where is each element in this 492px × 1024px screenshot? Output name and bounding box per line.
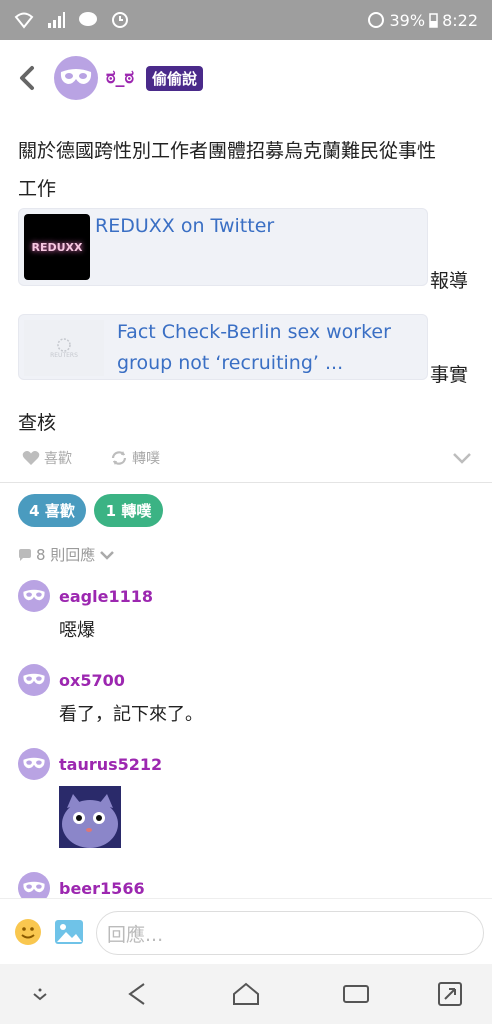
reply-input[interactable]: 回應...: [96, 911, 484, 955]
nav-back-icon[interactable]: [124, 980, 152, 1008]
like-label: 喜歡: [44, 451, 72, 467]
commenter-name[interactable]: beer1566: [59, 879, 145, 898]
system-nav-bar: [0, 964, 492, 1024]
reuters-logo-icon: [57, 337, 71, 352]
reuters-thumb-label: REUTERS: [50, 351, 78, 359]
reply-count[interactable]: 8 則回應: [18, 544, 115, 565]
post-text-after: 查核: [18, 412, 57, 434]
divider: [0, 482, 492, 483]
reuters-thumbnail: REUTERS: [24, 320, 104, 376]
link-card-title-line1[interactable]: Fact Check-Berlin sex worker: [117, 317, 391, 348]
battery-icon: [429, 13, 438, 28]
emoji-icon[interactable]: [14, 918, 42, 946]
sticker-image: [59, 786, 121, 848]
reply-count-label: 8 則回應: [36, 546, 96, 564]
post-actions: 喜歡 轉噗: [22, 448, 472, 468]
clock-icon: [112, 12, 128, 28]
signal-icon: [48, 12, 65, 28]
repost-button[interactable]: 轉噗: [110, 448, 160, 468]
line-app-icon: [79, 12, 97, 26]
post-text-line2: 工作: [18, 178, 57, 200]
screen-rotate-icon[interactable]: [436, 980, 464, 1008]
mask-icon: [23, 757, 45, 769]
post-text-line1: 關於德國跨性別工作者團體招募烏克蘭難民從事性: [18, 140, 437, 162]
back-arrow-icon[interactable]: [14, 62, 42, 94]
sync-icon: [367, 12, 384, 28]
post-text-suffix1: 報導: [430, 270, 469, 292]
repost-icon: [111, 451, 127, 465]
reposts-count-pill[interactable]: 1 轉噗: [94, 494, 163, 527]
chevron-down-icon: [100, 550, 115, 560]
commenter-name[interactable]: taurus5212: [59, 755, 162, 774]
post-header: ಠ_ಠ 偷偷說: [0, 40, 492, 116]
hide-keyboard-icon[interactable]: [26, 980, 54, 1008]
link-card-reuters[interactable]: REUTERS Fact Check-Berlin sex worker gro…: [18, 314, 428, 380]
comment-text: 噁爆: [59, 620, 95, 641]
nav-recents-icon[interactable]: [342, 980, 370, 1008]
link-card-reduxx[interactable]: REDUXX REDUXX on Twitter: [18, 208, 428, 286]
status-bar: 39% 8:22: [0, 0, 492, 40]
post-text-suffix2: 事實: [430, 364, 469, 386]
image-upload-icon[interactable]: [54, 918, 84, 946]
heart-icon: [22, 451, 40, 465]
mask-icon: [23, 589, 45, 601]
mask-icon: [23, 673, 45, 685]
status-time: 8:22: [442, 10, 478, 30]
cat-sticker-icon: [59, 786, 121, 848]
chevron-down-icon[interactable]: [452, 452, 472, 464]
battery-percent: 39%: [389, 10, 426, 30]
poster-name[interactable]: ಠ_ಠ: [106, 67, 134, 88]
comment-bubble-icon: [19, 548, 31, 561]
board-tag[interactable]: 偷偷說: [146, 66, 204, 91]
reduxx-thumbnail: REDUXX: [24, 214, 90, 280]
commenter-avatar[interactable]: [18, 664, 50, 696]
poster-avatar[interactable]: [54, 56, 98, 100]
commenter-avatar[interactable]: [18, 748, 50, 780]
commenter-name[interactable]: eagle1118: [59, 587, 153, 606]
repost-label: 轉噗: [132, 451, 160, 467]
nav-home-icon[interactable]: [232, 980, 260, 1008]
mask-icon: [60, 69, 92, 84]
link-card-title[interactable]: REDUXX on Twitter: [95, 211, 274, 242]
mask-icon: [23, 881, 45, 893]
comment-text: 看了，記下來了。: [59, 704, 203, 725]
likes-count-pill[interactable]: 4 喜歡: [18, 494, 86, 527]
commenter-avatar[interactable]: [18, 580, 50, 612]
link-card-title-line2[interactable]: group not ‘recruiting’ ...: [117, 348, 343, 379]
wifi-icon: [14, 12, 34, 29]
reply-bar: 回應...: [0, 898, 492, 964]
like-button[interactable]: 喜歡: [22, 448, 72, 468]
commenter-name[interactable]: ox5700: [59, 671, 125, 690]
